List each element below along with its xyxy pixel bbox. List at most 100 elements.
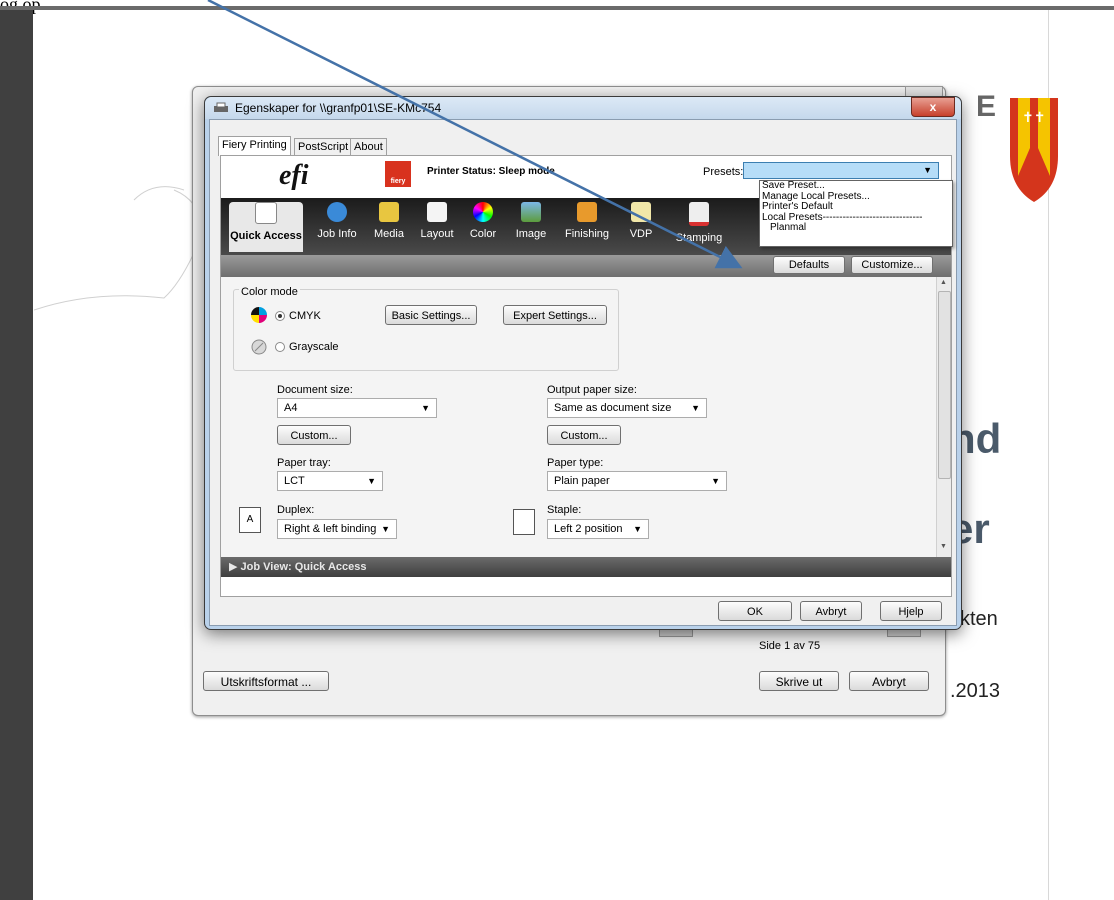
info-icon <box>327 202 347 222</box>
efi-logo: efi <box>279 160 309 191</box>
staple-label: Staple: <box>547 504 582 516</box>
document-size-select[interactable]: A4 ▼ <box>277 398 437 418</box>
tab-quick-access[interactable]: Quick Access <box>229 202 303 252</box>
tab-image[interactable]: Image <box>505 202 557 240</box>
layout-icon <box>427 202 447 222</box>
chevron-down-icon: ▼ <box>367 476 376 486</box>
image-icon <box>521 202 541 222</box>
scrollbar-thumb[interactable] <box>938 291 951 479</box>
document-size-label: Document size: <box>277 384 353 396</box>
tab-label: Stamping <box>675 232 723 244</box>
job-view-bar[interactable]: ▶ Job View: Quick Access <box>221 557 951 577</box>
tab-label: Layout <box>420 228 454 240</box>
quick-access-icon <box>255 202 277 224</box>
tab-label: VDP <box>629 228 653 240</box>
background-sketch <box>34 186 205 311</box>
tab-label: Media <box>374 228 404 240</box>
chevron-down-icon: ▼ <box>711 476 720 486</box>
text-fragment: kten <box>960 608 998 630</box>
vertical-scrollbar[interactable]: ▲ ▼ <box>936 277 951 557</box>
preset-option[interactable]: Printer's Default <box>760 201 952 213</box>
preset-option[interactable]: Save Preset... <box>760 180 952 192</box>
action-bar: Defaults Customize... <box>221 255 951 277</box>
quick-access-content: Color mode CMYK Grayscale Basic Settings… <box>221 277 936 557</box>
chevron-down-icon: ▼ <box>421 403 430 413</box>
output-custom-button[interactable]: Custom... <box>547 425 621 445</box>
scroll-up-icon[interactable]: ▲ <box>940 279 947 286</box>
tab-finishing[interactable]: Finishing <box>561 202 613 240</box>
paper-tray-select[interactable]: LCT ▼ <box>277 471 383 491</box>
duplex-icon: A <box>239 507 261 533</box>
duplex-select[interactable]: Right & left binding ▼ <box>277 519 397 539</box>
grayscale-label: Grayscale <box>289 341 339 353</box>
tab-about[interactable]: About <box>350 138 387 155</box>
color-mode-label: Color mode <box>239 286 300 298</box>
stamping-icon <box>689 202 709 226</box>
date-fragment: .2013 <box>950 680 1001 702</box>
printer-status: Printer Status: Sleep mode <box>427 166 555 177</box>
paper-tray-label: Paper tray: <box>277 457 331 469</box>
tab-color[interactable]: Color <box>457 202 509 240</box>
page-top-border <box>0 6 1114 10</box>
staple-value: Left 2 position <box>554 523 623 535</box>
close-button[interactable]: x <box>911 97 955 117</box>
duplex-label: Duplex: <box>277 504 315 516</box>
ok-button[interactable]: OK <box>718 601 792 621</box>
tab-label: Job Info <box>317 228 357 240</box>
tab-label: Finishing <box>564 228 610 240</box>
expert-settings-button[interactable]: Expert Settings... <box>503 305 607 325</box>
grayscale-radio[interactable] <box>275 342 285 352</box>
tab-stamping[interactable]: Stamping <box>673 202 725 244</box>
fiery-logo-text: fiery <box>390 178 406 185</box>
paper-type-select[interactable]: Plain paper ▼ <box>547 471 727 491</box>
cmyk-radio[interactable] <box>275 311 285 321</box>
output-paper-size-label: Output paper size: <box>547 384 637 396</box>
dialog-body: Fiery Printing PostScript About efi fier… <box>209 119 957 626</box>
svg-text:✝✝: ✝✝ <box>1022 110 1045 126</box>
tab-fiery-printing[interactable]: Fiery Printing <box>218 136 291 156</box>
staple-icon <box>513 509 535 535</box>
staple-select[interactable]: Left 2 position ▼ <box>547 519 649 539</box>
printer-properties-window: Egenskaper for \\granfp01\SE-KMc754 x Fi… <box>204 96 962 630</box>
chevron-down-icon: ▼ <box>381 524 390 534</box>
tab-label: Quick Access <box>230 230 302 242</box>
paper-type-value: Plain paper <box>554 475 610 487</box>
presets-dropdown-list: Save Preset... Manage Local Presets... P… <box>759 180 953 247</box>
document-size-value: A4 <box>284 402 298 414</box>
presets-select[interactable]: ▼ <box>743 162 939 179</box>
tab-vdp[interactable]: VDP <box>615 202 667 240</box>
tab-postscript[interactable]: PostScript <box>294 138 353 155</box>
expand-triangle-icon: ▶ <box>229 561 238 573</box>
presets-label: Presets: <box>703 166 744 178</box>
tab-job-info[interactable]: Job Info <box>311 202 363 240</box>
window-title: Egenskaper for \\granfp01\SE-KMc754 <box>235 101 442 115</box>
media-icon <box>379 202 399 222</box>
printer-icon <box>214 102 228 112</box>
output-paper-size-value: Same as document size <box>554 402 672 414</box>
customize-button[interactable]: Customize... <box>851 256 933 274</box>
print-button[interactable]: Skrive ut <box>759 671 839 691</box>
defaults-button[interactable]: Defaults <box>773 256 845 274</box>
document-custom-button[interactable]: Custom... <box>277 425 351 445</box>
cancel-button[interactable]: Avbryt <box>800 601 862 621</box>
title-bar: Egenskaper for \\granfp01\SE-KMc754 x <box>205 97 961 119</box>
output-paper-size-select[interactable]: Same as document size ▼ <box>547 398 707 418</box>
tab-layout[interactable]: Layout <box>411 202 463 240</box>
chevron-down-icon: ▼ <box>691 403 700 413</box>
paper-tray-value: LCT <box>284 475 305 487</box>
fiery-printing-panel: efi fiery Printer Status: Sleep mode Pre… <box>220 155 953 597</box>
page-setup-button[interactable]: Utskriftsformat ... <box>203 671 329 691</box>
help-button[interactable]: Hjelp <box>880 601 942 621</box>
scroll-down-icon[interactable]: ▼ <box>940 543 947 550</box>
vdp-icon <box>631 202 651 222</box>
tab-media[interactable]: Media <box>363 202 415 240</box>
partial-button <box>887 629 921 637</box>
cmyk-icon <box>251 307 267 323</box>
print-cancel-button[interactable]: Avbryt <box>849 671 929 691</box>
tab-label: Image <box>515 228 547 240</box>
color-mode-group <box>233 289 619 371</box>
finishing-icon <box>577 202 597 222</box>
preset-option[interactable]: Planmal <box>760 222 952 234</box>
partial-button <box>659 629 693 637</box>
basic-settings-button[interactable]: Basic Settings... <box>385 305 477 325</box>
